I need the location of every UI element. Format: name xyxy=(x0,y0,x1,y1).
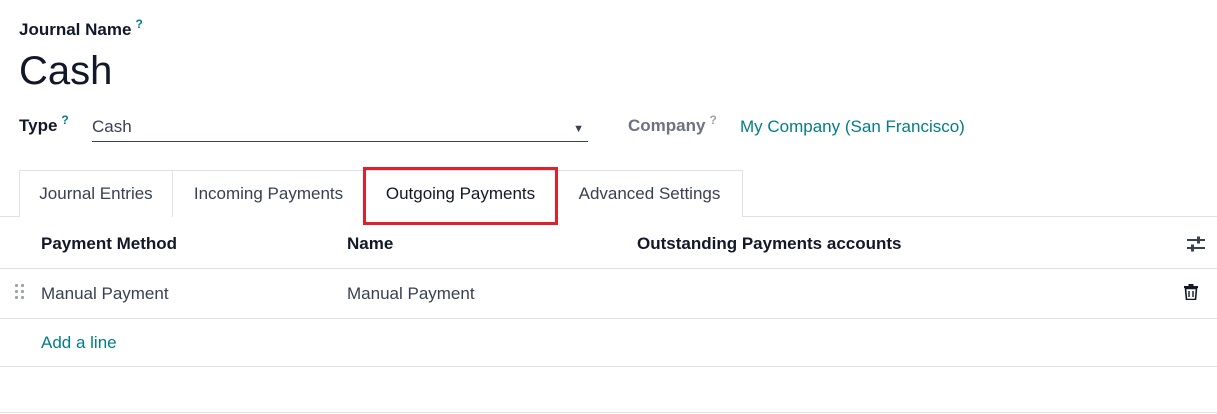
journal-name-help-icon[interactable]: ? xyxy=(135,17,142,31)
tab-outgoing-payments[interactable]: Outgoing Payments xyxy=(364,170,557,217)
column-header-outstanding-accounts[interactable]: Outstanding Payments accounts xyxy=(637,234,902,254)
company-label: Company? xyxy=(628,113,717,136)
tab-journal-entries[interactable]: Journal Entries xyxy=(19,170,173,217)
type-label: Type? xyxy=(19,113,69,136)
row-divider xyxy=(0,318,1217,319)
type-label-text: Type xyxy=(19,116,58,135)
company-label-text: Company xyxy=(628,116,706,135)
journal-name-input[interactable]: Cash xyxy=(19,46,112,96)
tab-advanced-settings[interactable]: Advanced Settings xyxy=(556,170,743,217)
company-link[interactable]: My Company (San Francisco) xyxy=(740,117,965,137)
type-select-value: Cash xyxy=(92,117,132,136)
column-header-name[interactable]: Name xyxy=(347,234,393,254)
caret-down-icon: ▼ xyxy=(573,123,584,135)
trash-icon[interactable] xyxy=(1184,284,1198,300)
sliders-icon[interactable] xyxy=(1186,235,1206,253)
journal-name-label-text: Journal Name xyxy=(19,20,132,39)
add-line-link[interactable]: Add a line xyxy=(41,333,117,353)
journal-name-label: Journal Name? xyxy=(19,17,143,40)
journal-form: Journal Name? Cash Type? Cash ▼ Company?… xyxy=(0,0,1217,414)
cell-payment-method[interactable]: Manual Payment xyxy=(41,284,169,304)
drag-handle-icon[interactable] xyxy=(14,283,26,301)
company-help-icon[interactable]: ? xyxy=(709,113,716,127)
type-help-icon[interactable]: ? xyxy=(61,113,68,127)
table-bottom-divider xyxy=(0,366,1217,367)
tab-incoming-payments[interactable]: Incoming Payments xyxy=(172,170,365,217)
header-divider xyxy=(0,268,1217,269)
cell-name[interactable]: Manual Payment xyxy=(347,284,475,304)
type-select[interactable]: Cash ▼ xyxy=(92,116,588,142)
column-header-payment-method[interactable]: Payment Method xyxy=(41,234,177,254)
form-bottom-divider xyxy=(0,412,1217,413)
